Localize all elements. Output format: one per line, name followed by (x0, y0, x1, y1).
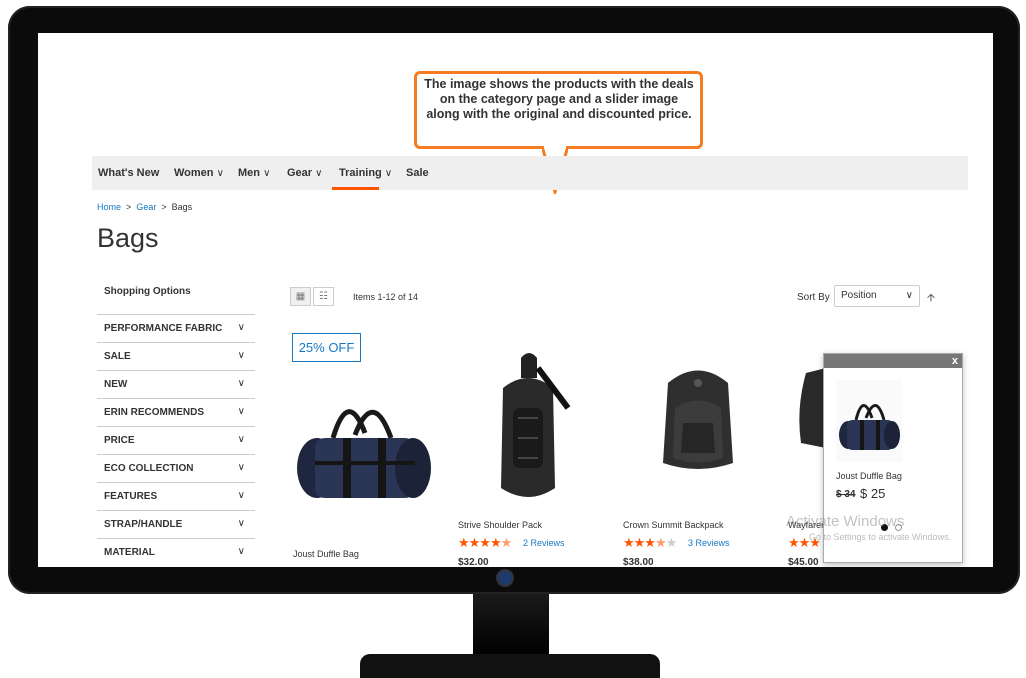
chevron-down-icon: ∨ (263, 168, 271, 179)
breadcrumb-current: Bags (171, 202, 193, 212)
callout-text: The image shows the products with the de… (424, 77, 694, 121)
breadcrumb-gear[interactable]: Gear (136, 202, 156, 212)
chevron-down-icon: ∨ (216, 168, 224, 179)
filter-new[interactable]: NEW ∨ (97, 370, 255, 398)
chevron-down-icon: ∨ (237, 462, 245, 473)
popup-header: x (824, 354, 962, 368)
filter-sale[interactable]: SALE ∨ (97, 342, 255, 370)
sort-by-label: Sort By (797, 292, 830, 303)
nav-item-gear[interactable]: Gear ∨ (287, 167, 322, 179)
filter-label: STRAP/HANDLE (104, 519, 183, 530)
nav-item-men[interactable]: Men ∨ (238, 167, 270, 179)
nav-label: Sale (406, 167, 429, 179)
filter-performance-fabric[interactable]: PERFORMANCE FABRIC ∨ (97, 314, 255, 342)
nav-item-whats-new[interactable]: What's New (98, 167, 159, 179)
nav-active-indicator (332, 187, 379, 190)
items-count: Items 1-12 of 14 (353, 292, 419, 302)
chevron-down-icon: ∨ (237, 406, 245, 417)
filter-label: NEW (104, 379, 128, 390)
filter-eco-collection[interactable]: ECO COLLECTION ∨ (97, 454, 255, 482)
activation-watermark-subtitle: Go to Settings to activate Windows. (809, 532, 952, 542)
filter-features[interactable]: FEATURES ∨ (97, 482, 255, 510)
product-name[interactable]: Strive Shoulder Pack (458, 520, 542, 530)
rating-stars: ★★★★★ (623, 535, 677, 550)
product-image-shoulder-pack[interactable] (483, 348, 573, 508)
filter-label: MATERIAL (104, 547, 155, 558)
reviews-link[interactable]: 2 Reviews (523, 538, 565, 548)
product-price: $38.00 (623, 557, 654, 567)
breadcrumb-separator: > (126, 202, 132, 212)
breadcrumb-separator: > (161, 202, 167, 212)
monitor-frame: The image shows the products with the de… (8, 6, 1020, 594)
reviews-link[interactable]: 3 Reviews (688, 538, 730, 548)
filter-material[interactable]: MATERIAL ∨ (97, 538, 255, 566)
activation-watermark-title: Activate Windows (786, 513, 905, 530)
grid-view-icon[interactable]: ▦ (290, 287, 311, 306)
main-nav: What's New Women ∨ Men ∨ Gear ∨ Training… (92, 156, 968, 190)
browser-screen: The image shows the products with the de… (38, 33, 993, 567)
filter-label: ERIN RECOMMENDS (104, 407, 205, 418)
original-price: $ 34 (836, 489, 856, 500)
nav-item-sale[interactable]: Sale (406, 167, 429, 179)
product-price: $32.00 (458, 557, 489, 567)
product-image-wayfarer[interactable] (796, 368, 826, 448)
webcam-icon (498, 571, 512, 585)
filter-label: ECO COLLECTION (104, 463, 194, 474)
filter-label: PRICE (104, 435, 135, 446)
chevron-down-icon: ∨ (237, 322, 245, 333)
chevron-down-icon: ∨ (315, 168, 323, 179)
shopping-options-title: Shopping Options (104, 286, 191, 297)
sort-select-value: Position (841, 290, 877, 301)
monitor-stand-neck (473, 594, 549, 656)
breadcrumb: Home > Gear > Bags (97, 202, 192, 212)
filter-erin-recommends[interactable]: ERIN RECOMMENDS ∨ (97, 398, 255, 426)
chevron-down-icon: ∨ (237, 490, 245, 501)
filter-label: PERFORMANCE FABRIC (104, 323, 223, 334)
monitor-stand-base (360, 654, 660, 678)
product-image-backpack[interactable] (653, 363, 743, 473)
product-name[interactable]: Crown Summit Backpack (623, 520, 724, 530)
nav-label: Women (174, 167, 214, 179)
sort-direction-icon[interactable]: 🡩 (927, 289, 935, 308)
filter-list: PERFORMANCE FABRIC ∨ SALE ∨ NEW ∨ ERIN RECO… (97, 314, 255, 566)
chevron-down-icon: ∨ (237, 518, 245, 529)
callout-box: The image shows the products with the de… (414, 71, 703, 149)
breadcrumb-home[interactable]: Home (97, 202, 121, 212)
chevron-down-icon: ∨ (237, 350, 245, 361)
nav-item-training[interactable]: Training ∨ (339, 167, 392, 179)
filter-label: SALE (104, 351, 131, 362)
popup-product-name[interactable]: Joust Duffle Bag (836, 471, 902, 481)
chevron-down-icon: ∨ (905, 290, 913, 301)
list-view-icon[interactable]: ☷ (313, 287, 334, 306)
popup-product-image[interactable] (836, 380, 902, 462)
nav-label: Training (339, 167, 382, 179)
sort-select[interactable]: Position ∨ (834, 285, 920, 307)
rating-stars: ★★★★★ (458, 535, 512, 550)
discounted-price: $ 25 (860, 486, 886, 501)
close-icon[interactable]: x (952, 354, 958, 368)
page-title: Bags (97, 223, 159, 253)
nav-label: Men (238, 167, 260, 179)
chevron-down-icon: ∨ (237, 546, 245, 557)
filter-price[interactable]: PRICE ∨ (97, 426, 255, 454)
product-price: $45.00 (788, 557, 819, 567)
chevron-down-icon: ∨ (384, 168, 393, 179)
chevron-down-icon: ∨ (237, 378, 245, 389)
nav-item-women[interactable]: Women ∨ (174, 167, 224, 179)
discount-badge: 25% OFF (292, 333, 361, 362)
product-name[interactable]: Joust Duffle Bag (293, 549, 359, 559)
chevron-down-icon: ∨ (237, 434, 245, 445)
product-image-duffle[interactable] (293, 383, 435, 503)
filter-label: FEATURES (104, 491, 158, 502)
nav-label: Gear (287, 167, 313, 179)
filter-strap-handle[interactable]: STRAP/HANDLE ∨ (97, 510, 255, 538)
nav-label: What's New (98, 167, 160, 179)
